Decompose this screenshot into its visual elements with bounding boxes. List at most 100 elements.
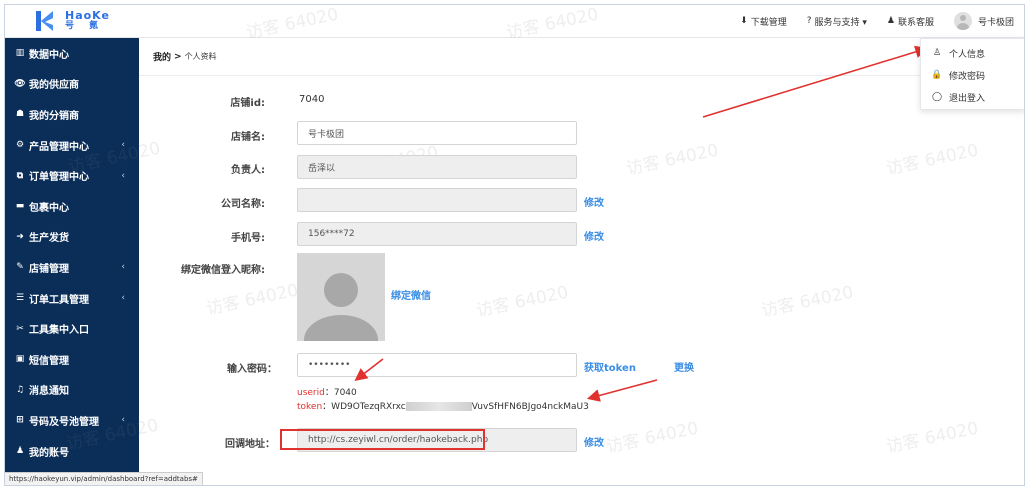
watermark: 访客 64020: [624, 140, 721, 180]
callback-url-label: 回调地址：: [225, 439, 275, 450]
watermark: 访客 64020: [474, 282, 571, 322]
token-redacted: [405, 402, 472, 411]
dropdown-item-0[interactable]: ♙ 个人信息: [921, 42, 1024, 64]
watermark: 访客 64020: [884, 140, 981, 180]
sidebar-item-label: 我的供应商: [29, 80, 79, 92]
chevron-left-icon: ‹: [121, 415, 125, 426]
shop-name-label: 店铺名:: [231, 132, 265, 143]
question-icon: ?: [806, 16, 812, 26]
dropdown-item-label: 修改密码: [949, 71, 986, 82]
sidebar-item-4[interactable]: ⧉ 订单管理中心 ‹: [5, 160, 139, 191]
replace-token-button[interactable]: 更换: [674, 359, 694, 374]
phone-input: [297, 222, 577, 246]
token-key: token: [297, 402, 323, 412]
sidebar-item-8[interactable]: ☰ 订单工具管理 ‹: [5, 283, 139, 314]
logo-mark-icon: [35, 10, 55, 32]
sidebar-item-label: 我的账号: [29, 447, 69, 459]
breadcrumb-current: 个人资料: [184, 52, 217, 61]
sidebar-item-11[interactable]: ♫ 消息通知: [5, 375, 139, 406]
sidebar-item-icon: ♟: [15, 446, 25, 457]
download-manager-label: 下载管理: [750, 17, 787, 28]
watermark: 访客 64020: [204, 280, 301, 320]
owner-input: [297, 155, 577, 179]
logo-text-en: HaoKe: [65, 9, 110, 22]
sidebar-item-10[interactable]: ▣ 短信管理: [5, 344, 139, 375]
watermark: 访客 64020: [884, 418, 981, 458]
userid-key: userid: [297, 388, 325, 398]
sidebar-item-icon: ⚙: [15, 140, 25, 151]
breadcrumb-root[interactable]: 我的: [153, 50, 171, 63]
service-support-menu[interactable]: ? 服务与支持 ▾: [807, 15, 867, 28]
sidebar-item-label: 产品管理中心: [29, 141, 89, 153]
watermark: 访客 64020: [604, 418, 701, 458]
get-token-button[interactable]: 获取token: [584, 359, 636, 374]
sidebar-item-9[interactable]: ✂ 工具集中入口: [5, 313, 139, 344]
sidebar-item-label: 订单管理中心: [29, 172, 89, 184]
sidebar-item-label: 店铺管理: [29, 263, 69, 275]
company-edit-link[interactable]: 修改: [584, 194, 604, 209]
chevron-left-icon: ‹: [121, 140, 125, 151]
sidebar-menu: ▥ 数据中心 👁 我的供应商 ☗ 我的分销商 ⚙ 产品管理中心 ‹ ⧉ 订单管理中心 ‹ ▬ 包裹中心 ➜ 生…: [5, 38, 139, 466]
shop-name-input[interactable]: [297, 121, 577, 145]
sidebar-item-label: 包裹中心: [29, 202, 69, 214]
token-value-end: VuvSfHFN6BJgo4nckMaU3: [471, 402, 589, 412]
sidebar-item-3[interactable]: ⚙ 产品管理中心 ‹: [5, 130, 139, 161]
password-input[interactable]: [297, 353, 577, 377]
contact-service-link[interactable]: ♟ 联系客服: [887, 15, 934, 28]
sidebar-item-2[interactable]: ☗ 我的分销商: [5, 99, 139, 130]
user-dropdown-menu: ♙ 个人信息 🔒 修改密码 ◯ 退出登入: [920, 38, 1024, 110]
sidebar-item-1[interactable]: 👁 我的供应商: [5, 69, 139, 100]
sidebar-item-label: 工具集中入口: [29, 325, 89, 337]
sidebar-item-label: 生产发货: [29, 233, 69, 245]
logo-text-cn: 号 氪: [65, 21, 105, 31]
sidebar-item-label: 号码及号池管理: [29, 416, 99, 428]
bind-wechat-link[interactable]: 绑定微信: [391, 287, 431, 302]
sidebar-item-5[interactable]: ▬ 包裹中心: [5, 191, 139, 222]
dropdown-item-2[interactable]: ◯ 退出登入: [921, 86, 1024, 108]
sidebar-item-label: 数据中心: [29, 49, 69, 61]
top-bar: ⬇ 下载管理 ? 服务与支持 ▾ ♟ 联系客服 号卡极团: [139, 5, 1024, 38]
sidebar: HaoKe 号 氪 ▥ 数据中心 👁 我的供应商 ☗ 我的分销商 ⚙ 产品管理中心 ‹ ⧉ 订单管理…: [5, 5, 139, 485]
browser-status-url: https://haokeyun.vip/admin/dashboard?ref…: [5, 472, 203, 485]
sidebar-item-0[interactable]: ▥ 数据中心: [5, 38, 139, 69]
phone-label: 手机号:: [231, 233, 265, 244]
password-label: 输入密码：: [227, 364, 277, 375]
sidebar-item-12[interactable]: ⊞ 号码及号池管理 ‹: [5, 405, 139, 436]
callback-highlight-box: [280, 429, 485, 450]
shop-id-value: 7040: [299, 94, 325, 105]
dropdown-item-label: 退出登入: [949, 93, 986, 104]
service-support-label: 服务与支持 ▾: [814, 17, 867, 28]
sidebar-item-icon: ▬: [15, 201, 25, 212]
user-icon: ♟: [886, 16, 895, 26]
contact-service-label: 联系客服: [897, 17, 934, 28]
sidebar-item-13[interactable]: ♟ 我的账号: [5, 436, 139, 467]
sidebar-item-label: 订单工具管理: [29, 294, 89, 306]
sidebar-item-6[interactable]: ➜ 生产发货: [5, 222, 139, 253]
sidebar-item-icon: ⊞: [16, 415, 24, 426]
sidebar-item-icon: ▣: [15, 354, 25, 365]
app-window: HaoKe 号 氪 ▥ 数据中心 👁 我的供应商 ☗ 我的分销商 ⚙ 产品管理中心 ‹ ⧉ 订单管理…: [4, 4, 1025, 486]
sidebar-item-label: 我的分销商: [29, 110, 79, 122]
callback-edit-link[interactable]: 修改: [584, 434, 604, 449]
sidebar-item-icon: ⧉: [16, 170, 24, 181]
breadcrumb: 我的 > 个人资料: [139, 38, 1024, 76]
chevron-left-icon: ‹: [121, 170, 125, 181]
download-manager-link[interactable]: ⬇ 下载管理: [740, 15, 787, 28]
company-input: [297, 188, 577, 212]
sidebar-item-icon: 👁: [14, 78, 26, 89]
user-menu-toggle[interactable]: 号卡极团: [953, 12, 1014, 30]
phone-edit-link[interactable]: 修改: [584, 228, 604, 243]
dropdown-item-1[interactable]: 🔒 修改密码: [921, 64, 1024, 86]
chevron-left-icon: ‹: [121, 293, 125, 304]
watermark: 访客 64020: [759, 282, 856, 322]
wechat-avatar-placeholder: [297, 253, 385, 341]
sidebar-item-label: 短信管理: [29, 355, 69, 367]
user-name: 号卡极团: [977, 17, 1014, 28]
company-label: 公司名称:: [221, 199, 265, 210]
download-icon: ⬇: [740, 16, 748, 26]
sidebar-item-icon: ▥: [15, 48, 25, 59]
dropdown-item-icon: ◯: [931, 92, 943, 102]
logo[interactable]: HaoKe 号 氪: [5, 5, 139, 38]
avatar: [953, 12, 972, 30]
sidebar-item-icon: ♫: [15, 384, 25, 395]
